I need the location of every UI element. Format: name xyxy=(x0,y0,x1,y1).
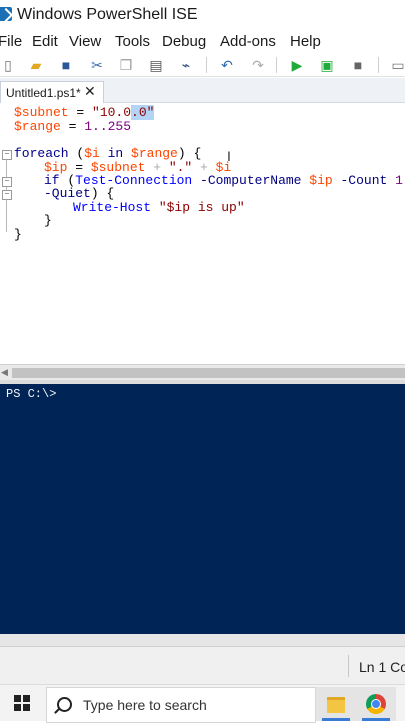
search-icon xyxy=(57,697,72,712)
tab-untitled1[interactable]: Untitled1.ps1* ✕ xyxy=(0,81,104,103)
code-line: foreach ($i in $range) { xyxy=(14,146,202,161)
file-explorer-taskbar-button[interactable] xyxy=(316,687,356,721)
console-footer xyxy=(0,634,405,646)
window-title: Windows PowerShell ISE xyxy=(17,6,198,23)
search-placeholder: Type here to search xyxy=(83,697,207,713)
toolbar: ▯ ▰ ■ ✂ ❐ ▤ ⌁ ↶ ↷ ▶ ▣ ■ ▭ xyxy=(0,54,405,77)
text-selection: .0" xyxy=(131,105,155,120)
menu-addons[interactable]: Add-ons xyxy=(220,33,276,50)
menu-help[interactable]: Help xyxy=(290,33,321,50)
script-editor[interactable]: $subnet = "10.0.0" $range = 1..255 − for… xyxy=(0,103,405,365)
toolbar-separator xyxy=(276,57,277,73)
toolbar-separator xyxy=(378,57,379,73)
clear-console-icon[interactable]: ⌁ xyxy=(178,57,194,73)
status-separator xyxy=(348,655,349,677)
fold-toggle-icon[interactable]: − xyxy=(2,190,12,200)
new-file-icon[interactable]: ▯ xyxy=(0,57,16,73)
code-line: } xyxy=(14,227,22,242)
stop-icon[interactable]: ■ xyxy=(350,57,366,73)
toolbar-separator xyxy=(206,57,207,73)
close-icon[interactable]: ✕ xyxy=(84,83,96,100)
menu-debug[interactable]: Debug xyxy=(162,33,206,50)
taskbar-search-box[interactable]: Type here to search xyxy=(46,687,316,723)
horizontal-scrollbar[interactable]: ◀ xyxy=(0,364,405,381)
taskbar: Type here to search xyxy=(0,684,405,723)
open-file-icon[interactable]: ▰ xyxy=(28,57,44,73)
scrollbar-thumb[interactable] xyxy=(12,368,405,378)
redo-icon[interactable]: ↷ xyxy=(250,57,266,73)
run-selection-icon[interactable]: ▣ xyxy=(319,57,335,73)
powershell-icon xyxy=(0,7,12,21)
folder-icon xyxy=(327,697,345,713)
console-prompt: PS C:\> xyxy=(6,387,57,401)
code-line: Write-Host "$ip is up" xyxy=(73,200,245,215)
tab-label: Untitled1.ps1* xyxy=(6,86,81,100)
windows-start-icon[interactable] xyxy=(14,695,30,711)
menu-edit[interactable]: Edit xyxy=(32,33,58,50)
fold-toggle-icon[interactable]: − xyxy=(2,177,12,187)
cursor-position: Ln 1 Col xyxy=(359,659,405,675)
text-cursor-icon: I xyxy=(227,148,231,164)
scroll-left-icon[interactable]: ◀ xyxy=(1,367,8,378)
undo-icon[interactable]: ↶ xyxy=(219,57,235,73)
console-pane[interactable]: PS C:\> xyxy=(0,384,405,634)
menu-tools[interactable]: Tools xyxy=(115,33,150,50)
chrome-taskbar-button[interactable] xyxy=(356,687,396,721)
code-line: -Quiet) { xyxy=(44,186,115,201)
menu-bar: File Edit View Tools Debug Add-ons Help xyxy=(0,30,405,54)
save-icon[interactable]: ■ xyxy=(58,57,74,73)
menu-view[interactable]: View xyxy=(69,33,101,50)
run-script-icon[interactable]: ▶ xyxy=(289,57,305,73)
code-line: $subnet = "10.0.0" xyxy=(14,105,155,120)
paste-icon[interactable]: ▤ xyxy=(148,57,164,73)
chrome-icon xyxy=(366,694,386,714)
cut-icon[interactable]: ✂ xyxy=(89,57,105,73)
copy-icon[interactable]: ❐ xyxy=(118,57,134,73)
title-bar: Windows PowerShell ISE xyxy=(0,0,405,30)
remote-icon[interactable]: ▭ xyxy=(390,57,405,73)
code-line: $range = 1..255 xyxy=(14,119,132,134)
fold-toggle-icon[interactable]: − xyxy=(2,150,12,160)
code-line: } xyxy=(44,213,52,228)
status-bar: Ln 1 Col xyxy=(0,646,405,685)
menu-file[interactable]: File xyxy=(0,33,22,50)
script-tab-bar: Untitled1.ps1* ✕ xyxy=(0,78,405,103)
